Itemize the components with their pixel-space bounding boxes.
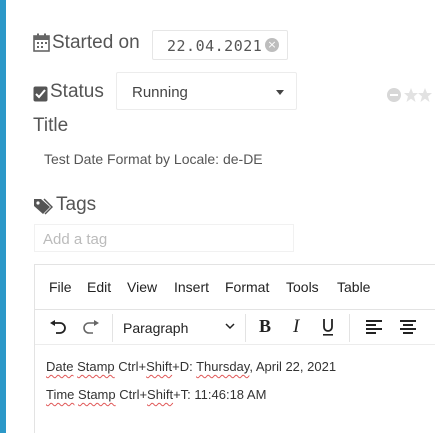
- content-line: Time Stamp Ctrl+Shift+T: 11:46:18 AM: [46, 387, 266, 402]
- left-accent-bar: [0, 0, 6, 433]
- status-selected-value: Running: [132, 84, 188, 101]
- shortcut-text: +T:: [173, 387, 195, 402]
- tags-label: Tags: [56, 194, 97, 215]
- title-label: Title: [33, 115, 69, 136]
- word: Stamp: [78, 387, 116, 402]
- align-center-icon[interactable]: [399, 319, 417, 335]
- block-format-dropdown[interactable]: Paragraph: [123, 320, 188, 336]
- tag-icon: [34, 198, 53, 215]
- shortcut-key: Shift: [147, 387, 174, 402]
- editor-toolbar: Paragraph B I: [35, 309, 435, 345]
- toolbar-separator: [112, 314, 113, 342]
- calendar-icon: [33, 33, 50, 52]
- menu-insert[interactable]: Insert: [174, 279, 209, 295]
- word: Stamp: [77, 359, 115, 374]
- status-dropdown[interactable]: Running: [116, 72, 297, 110]
- italic-button[interactable]: I: [293, 316, 299, 338]
- menu-tools[interactable]: Tools: [286, 279, 319, 295]
- word: Time: [46, 387, 75, 402]
- title-value[interactable]: Test Date Format by Locale: de-DE: [44, 151, 263, 167]
- editor-menubar: File Edit View Insert Format Tools Table: [35, 265, 435, 309]
- chevron-down-icon: [276, 90, 284, 95]
- menu-format[interactable]: Format: [225, 279, 269, 295]
- tag-placeholder: Add a tag: [43, 231, 108, 248]
- shortcut-text: Ctrl+: [118, 359, 147, 374]
- chevron-down-icon[interactable]: [225, 318, 235, 334]
- day-name: Thursday: [196, 359, 250, 374]
- menu-table[interactable]: Table: [337, 279, 370, 295]
- time-text: 11:46:18 AM: [194, 387, 267, 402]
- toolbar-separator: [245, 314, 246, 342]
- content-line: Date Stamp Ctrl+Shift+D: Thursday, April…: [46, 359, 336, 374]
- clear-date-icon[interactable]: ×: [265, 38, 279, 52]
- rich-text-editor[interactable]: File Edit View Insert Format Tools Table…: [34, 264, 435, 433]
- star-icon: [418, 88, 432, 102]
- undo-icon[interactable]: [49, 320, 67, 334]
- menu-file[interactable]: File: [49, 279, 72, 295]
- toolbar-separator: [349, 314, 350, 342]
- started-on-date-value: 22.04.2021: [167, 37, 263, 55]
- menu-edit[interactable]: Edit: [87, 279, 111, 295]
- shortcut-text: +D:: [172, 359, 197, 374]
- redo-icon[interactable]: [82, 320, 100, 334]
- status-label: Status: [50, 81, 104, 102]
- align-left-icon[interactable]: [365, 319, 383, 335]
- rating-stars[interactable]: [386, 87, 432, 103]
- shortcut-text: Ctrl+: [119, 387, 148, 402]
- star-icon: [404, 88, 418, 102]
- started-on-label: Started on: [52, 32, 140, 53]
- date-text: , April 22, 2021: [249, 359, 337, 374]
- word: Date: [46, 359, 74, 374]
- tag-input[interactable]: Add a tag: [34, 224, 294, 252]
- menu-view[interactable]: View: [127, 279, 157, 295]
- bold-button[interactable]: B: [259, 316, 271, 337]
- underline-button[interactable]: [321, 316, 335, 338]
- started-on-date-field[interactable]: 22.04.2021 ×: [152, 30, 288, 60]
- shortcut-key: Shift: [146, 359, 173, 374]
- status-icon: [33, 86, 48, 102]
